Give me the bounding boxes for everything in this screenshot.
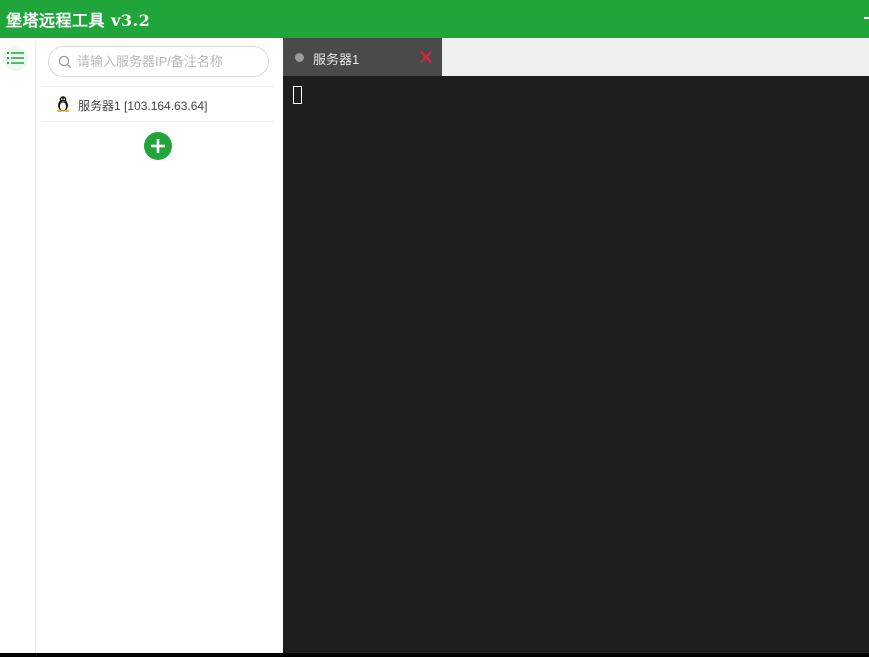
close-icon[interactable] bbox=[420, 51, 432, 63]
left-rail bbox=[0, 38, 36, 653]
minimize-button[interactable] bbox=[864, 17, 869, 19]
linux-penguin-icon bbox=[56, 96, 70, 112]
server-panel: 服务器1 [103.164.63.64] bbox=[36, 38, 283, 653]
search-box bbox=[48, 46, 269, 77]
server-list: 服务器1 [103.164.63.64] bbox=[42, 86, 275, 122]
tab-server-1[interactable]: 服务器1 bbox=[283, 38, 442, 76]
search-input[interactable] bbox=[77, 52, 263, 71]
app-title: 堡塔远程工具 v3.2 bbox=[6, 11, 151, 30]
list-icon bbox=[7, 52, 24, 64]
terminal-console[interactable] bbox=[283, 76, 869, 653]
tab-label: 服务器1 bbox=[313, 52, 360, 67]
bottom-edge bbox=[0, 653, 869, 657]
terminal-area: 服务器1 bbox=[283, 38, 869, 653]
plus-circle-icon bbox=[151, 139, 165, 153]
search-icon bbox=[58, 55, 72, 69]
add-server-button[interactable] bbox=[144, 132, 172, 160]
server-item-label: 服务器1 [103.164.63.64] bbox=[78, 99, 208, 113]
server-item[interactable]: 服务器1 [103.164.63.64] bbox=[42, 87, 275, 122]
terminal-cursor bbox=[293, 86, 302, 104]
title-bar: 堡塔远程工具 v3.2 bbox=[0, 0, 869, 38]
status-dot-icon bbox=[295, 53, 304, 62]
menu-toggle-button[interactable] bbox=[3, 46, 28, 71]
